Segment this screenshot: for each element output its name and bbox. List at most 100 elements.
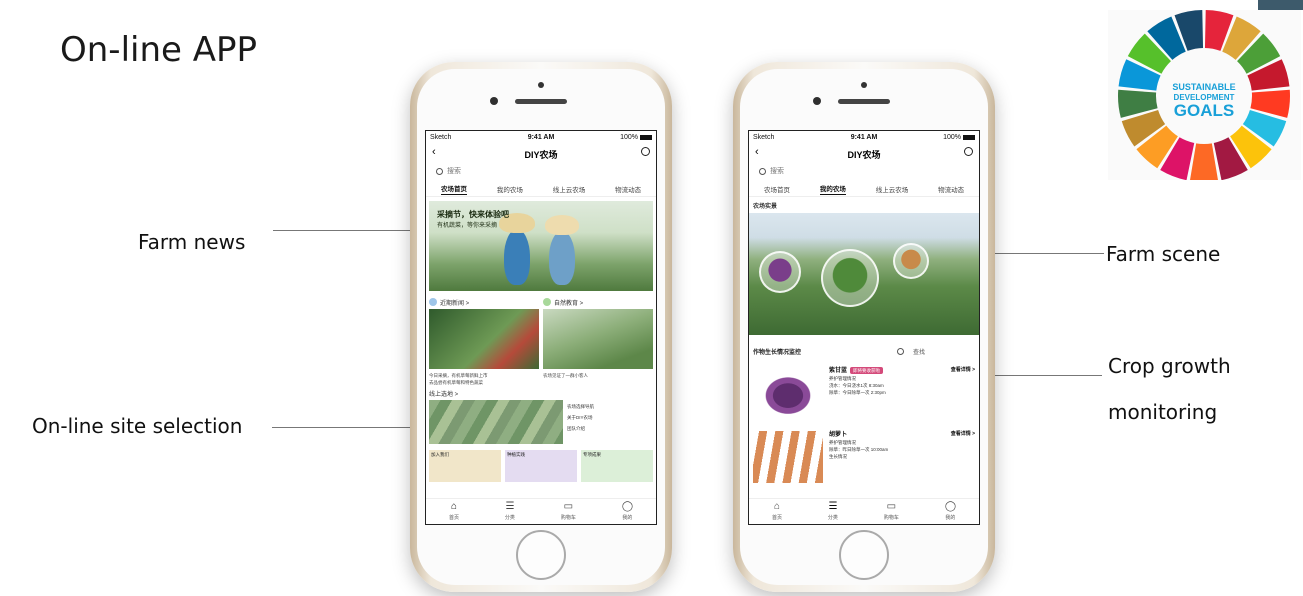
home-icon: ⌂: [450, 501, 457, 512]
lettuce-bubble[interactable]: [821, 249, 879, 307]
cabbage-bubble[interactable]: [759, 251, 801, 293]
tabbar-cart[interactable]: ▭ 购物车: [561, 502, 576, 522]
callout-farm-scene: Farm scene: [1106, 242, 1221, 266]
bottom-tab-bar: ⌂ 首页 ☰ 分类 ▭ 购物车 ◯ 我的: [749, 498, 979, 524]
top-tabs: 农场首页 我的农场 线上云农场 物流动态: [749, 181, 979, 197]
crop-item-cabbage[interactable]: 紫甘蓝 即将要收获啦 养护管理情况 浇水：今日浇水1次 8:30am 除草：今日除…: [753, 367, 975, 425]
education-caption: 农场见证了一群小客人: [543, 373, 588, 378]
banner-headline: 采摘节，快来体验吧: [437, 210, 509, 219]
view-details-link[interactable]: 查看详情 >: [951, 367, 975, 374]
farmland-aerial-map[interactable]: [429, 400, 563, 444]
banner-figure-boy: [504, 229, 530, 285]
location-pin-icon[interactable]: [641, 147, 650, 156]
nav-bar: ‹ DIY农场: [749, 145, 979, 161]
crop-monitor-header: 作物生长情况监控 查找: [753, 341, 975, 361]
news-caption-2: 去品尝有机草莓和特色蔬菜: [429, 380, 483, 385]
card-join-us[interactable]: 加入我们: [429, 450, 501, 482]
front-camera: [861, 82, 867, 88]
tabbar-label: 首页: [448, 515, 459, 521]
weeding-record: 除草：今日除草一次 2:30pm: [829, 390, 886, 395]
home-button[interactable]: [516, 530, 566, 580]
slide-canvas: On-line APP Farm news On-line site selec…: [0, 0, 1303, 596]
education-icon: [543, 298, 551, 306]
tabbar-label: 我的: [622, 515, 633, 521]
news-and-education-row: 近期新闻 > 今日采摘，有机草莓新鲜上市 去品尝有机草莓和特色蔬菜 自然教育 >…: [429, 297, 653, 386]
tab-my-farm[interactable]: 我的农场: [819, 183, 846, 195]
status-bar: Sketch 9:41 AM 100%: [426, 131, 656, 145]
cart-icon: ▭: [886, 501, 897, 512]
growth-status: 生长情况: [829, 454, 847, 459]
tabbar-profile[interactable]: ◯ 我的: [622, 502, 633, 522]
tab-my-farm[interactable]: 我的农场: [497, 184, 523, 194]
purple-cabbage-image: [753, 367, 823, 419]
tabbar-label: 购物车: [883, 515, 899, 521]
crop-name: 紫甘蓝: [829, 368, 848, 374]
tab-logistics[interactable]: 物流动态: [938, 184, 964, 194]
earpiece-speaker: [515, 99, 567, 104]
recent-news-card[interactable]: 近期新闻 > 今日采摘，有机草莓新鲜上市 去品尝有机草莓和特色蔬菜: [429, 297, 539, 386]
nature-education-card[interactable]: 自然教育 > 农场见证了一群小客人: [543, 297, 653, 386]
crop-item-carrot[interactable]: 胡萝卜 养护管理情况 除草：昨日除草一次 10:00am 生长情况 查看详情 >: [753, 431, 975, 489]
banner-hat-girl: [545, 215, 579, 235]
crop-info: 紫甘蓝 即将要收获啦 养护管理情况 浇水：今日浇水1次 8:30am 除草：今日除…: [829, 367, 975, 425]
crop-search-input[interactable]: 查找: [887, 341, 925, 361]
list-icon: ☰: [828, 501, 838, 512]
site-list-item[interactable]: 团队介绍: [567, 426, 653, 432]
weeding-record: 除草：昨日除草一次 10:00am: [829, 447, 889, 452]
front-camera: [538, 82, 544, 88]
nature-education-link[interactable]: 自然教育 >: [554, 298, 583, 307]
nav-title: DIY农场: [524, 150, 558, 160]
user-icon: ◯: [944, 501, 957, 512]
view-details-link[interactable]: 查看详情 >: [951, 431, 975, 438]
tab-farm-home[interactable]: 农场首页: [764, 184, 790, 194]
search-icon: [436, 167, 443, 175]
nav-bar: ‹ DIY农场: [426, 145, 656, 161]
crop-info: 胡萝卜 养护管理情况 除草：昨日除草一次 10:00am 生长情况 查看详情 >: [829, 431, 975, 489]
farm-news-banner[interactable]: 采摘节，快来体验吧 有机蔬菜，等你来采摘: [429, 201, 653, 291]
potato-bubble[interactable]: [893, 243, 929, 279]
search-input[interactable]: 搜索: [432, 164, 650, 178]
news-caption-1: 今日采摘，有机草莓新鲜上市: [429, 373, 488, 378]
sdg-logo: SUSTAINABLE DEVELOPMENT GOALS: [1108, 10, 1301, 180]
corner-accent-bar: [1258, 0, 1303, 10]
app-screen-home: Sketch 9:41 AM 100% ‹ DIY农场 搜索 农场首页 我的农场…: [425, 130, 657, 525]
tabbar-category[interactable]: ☰ 分类: [504, 502, 515, 522]
location-pin-icon[interactable]: [964, 147, 973, 156]
tabbar-category[interactable]: ☰ 分类: [828, 501, 838, 522]
search-icon: [896, 347, 904, 355]
tabbar-cart[interactable]: ▭ 购物车: [883, 501, 899, 522]
tabbar-profile[interactable]: ◯ 我的: [944, 501, 957, 522]
farm-scene-photo[interactable]: [749, 213, 979, 335]
strawberry-photo: [429, 309, 539, 369]
tab-cloud-farm[interactable]: 线上云农场: [876, 184, 909, 194]
battery-label: 100%: [620, 134, 638, 141]
tab-farm-home[interactable]: 农场首页: [440, 183, 467, 195]
callout-crop-monitoring: monitoring: [1108, 400, 1218, 424]
care-status: 养护管理情况: [829, 376, 856, 381]
callout-farm-news: Farm news: [138, 230, 246, 254]
home-icon: ⌂: [773, 501, 780, 512]
tabbar-home[interactable]: ⌂ 首页: [448, 501, 459, 522]
tab-cloud-farm[interactable]: 线上云农场: [553, 184, 586, 194]
tabbar-home[interactable]: ⌂ 首页: [771, 501, 782, 522]
recent-news-link[interactable]: 近期新闻 >: [440, 298, 469, 307]
bottom-tab-bar: ⌂ 首页 ☰ 分类 ▭ 购物车 ◯ 我的: [426, 498, 656, 524]
crop-search-placeholder: 查找: [912, 349, 925, 356]
card-planting[interactable]: 种植实践: [505, 450, 577, 482]
banner-figure-girl: [549, 231, 575, 285]
site-list-item[interactable]: 农场选择导航: [567, 404, 653, 410]
status-bar: Sketch 9:41 AM 100%: [749, 131, 979, 145]
sdg-logo-text: SUSTAINABLE: [1172, 82, 1235, 92]
tab-logistics[interactable]: 物流动态: [615, 184, 641, 194]
search-placeholder: 搜索: [447, 168, 461, 175]
card-results[interactable]: 专项成果: [581, 450, 653, 482]
tabbar-label: 分类: [504, 515, 515, 521]
search-input[interactable]: 搜索: [755, 164, 973, 178]
site-list-item[interactable]: 关于DIY农场: [567, 415, 653, 421]
home-button[interactable]: [839, 530, 889, 580]
news-icon: [429, 298, 437, 306]
online-site-selection-link[interactable]: 线上选地 >: [429, 389, 653, 398]
feature-cards: 加入我们 种植实践 专项成果: [429, 450, 653, 482]
crop-name: 胡萝卜: [829, 432, 848, 438]
tabbar-label: 首页: [771, 515, 782, 521]
